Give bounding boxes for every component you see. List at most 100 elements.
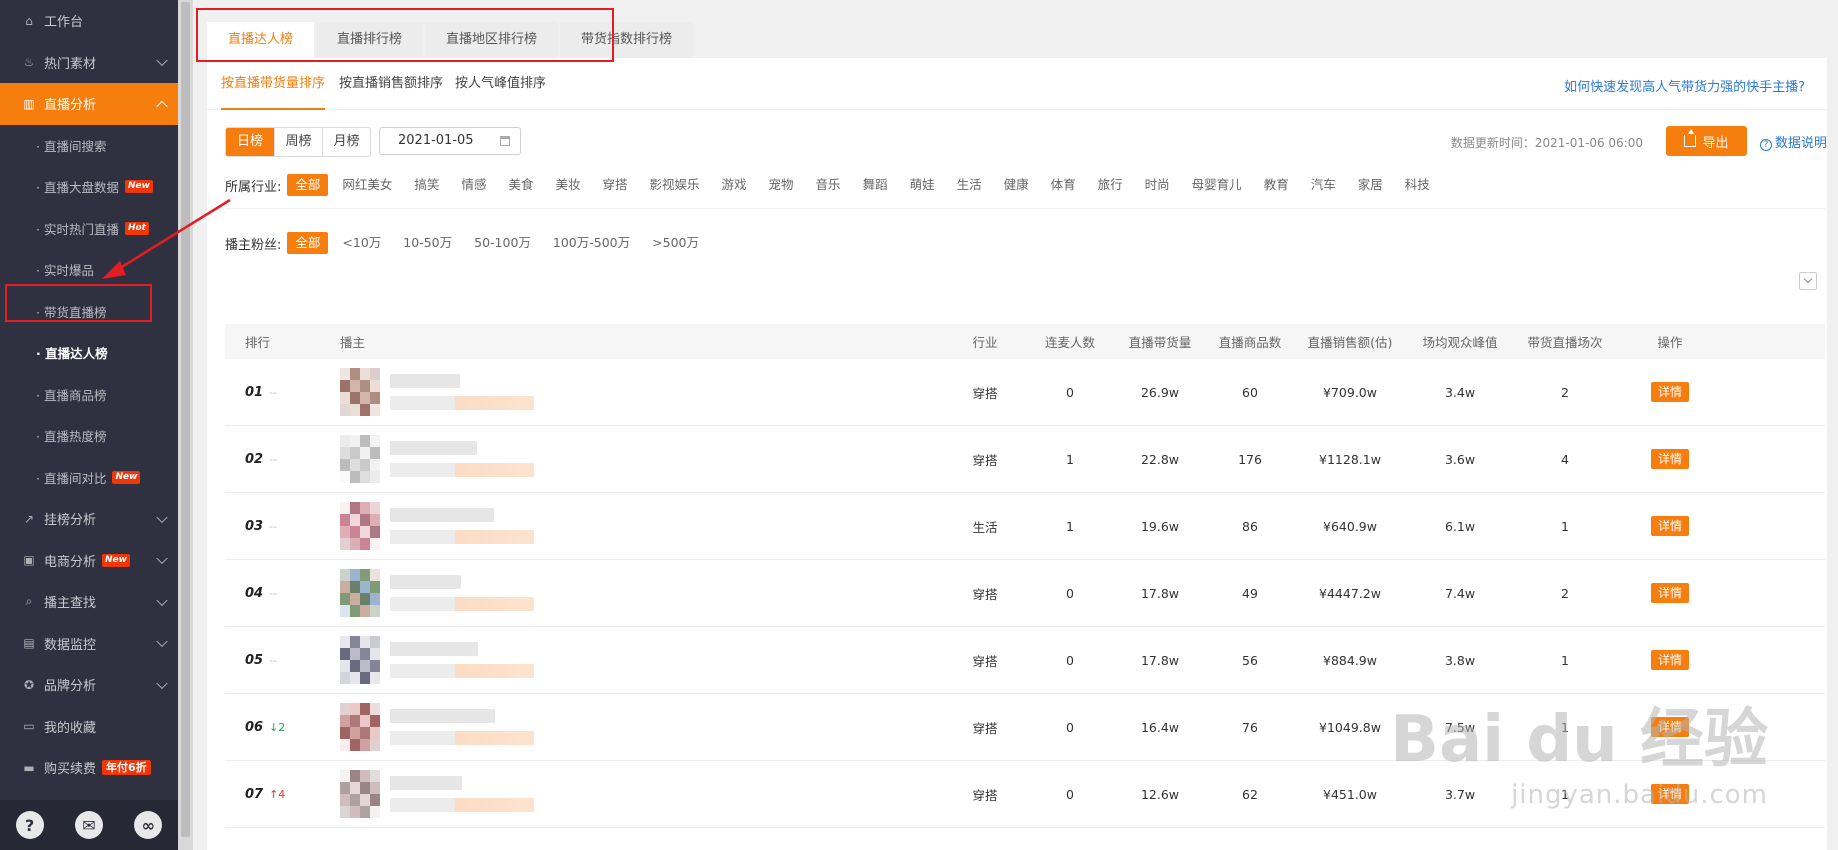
anchor-cell[interactable]: [325, 435, 945, 483]
industry-chip[interactable]: 音乐: [808, 174, 849, 196]
avatar[interactable]: [340, 435, 380, 483]
top-tab[interactable]: 带货指数排行榜: [560, 22, 694, 58]
industry-chip[interactable]: 萌娃: [902, 174, 943, 196]
industry-chip[interactable]: 体育: [1043, 174, 1084, 196]
sidebar-subitem[interactable]: · 直播间搜索: [0, 125, 178, 167]
sidebar-scrollbar[interactable]: [178, 0, 193, 850]
export-button[interactable]: 导出: [1666, 126, 1747, 156]
avatar[interactable]: [340, 502, 380, 550]
data-explain-link[interactable]: ? 数据说明: [1759, 132, 1827, 151]
scrollbar-thumb[interactable]: [181, 2, 190, 837]
period-tab[interactable]: 月榜: [322, 128, 370, 156]
sort-tab[interactable]: 按直播销售额排序: [339, 58, 443, 110]
detail-button[interactable]: 详情: [1651, 583, 1689, 603]
fans-chip[interactable]: 50-100万: [466, 232, 539, 254]
avatar[interactable]: [340, 368, 380, 416]
detail-button[interactable]: 详情: [1651, 650, 1689, 670]
link-icon[interactable]: ∞: [134, 811, 163, 839]
anchor-cell[interactable]: [325, 368, 945, 416]
anchor-cell[interactable]: [325, 502, 945, 550]
industry-chip[interactable]: 家居: [1350, 174, 1391, 196]
sidebar-item[interactable]: ⌂ 工作台: [0, 0, 178, 42]
fans-chip[interactable]: <10万: [334, 232, 389, 254]
top-tab[interactable]: 直播达人榜: [207, 22, 315, 58]
home-icon: ⌂: [25, 13, 33, 28]
period-tab[interactable]: 周榜: [274, 128, 322, 156]
rank-number: 07: [245, 787, 264, 802]
industry-chip[interactable]: 穿搭: [594, 174, 635, 196]
sort-tab[interactable]: 按人气峰值排序: [455, 58, 546, 110]
fans-chip[interactable]: 10-50万: [395, 232, 460, 254]
sidebar-item[interactable]: ✪ 品牌分析: [0, 664, 178, 706]
anchor-cell[interactable]: [325, 569, 945, 617]
avatar[interactable]: [340, 636, 380, 684]
anchor-name-blurred: [390, 709, 534, 745]
avatar[interactable]: [340, 569, 380, 617]
fans-chip[interactable]: >500万: [644, 232, 707, 254]
sidebar-subitem[interactable]: · 直播商品榜: [0, 374, 178, 416]
wechat-icon[interactable]: ✉: [74, 811, 103, 839]
industry-chip[interactable]: 搞笑: [406, 174, 447, 196]
sidebar-subitem[interactable]: · 直播达人榜: [0, 332, 178, 374]
industry-cell: 穿搭: [972, 787, 998, 803]
sidebar-subitem[interactable]: · 直播热度榜: [0, 415, 178, 457]
volume-cell: 19.6w: [1140, 518, 1180, 534]
industry-chip[interactable]: 教育: [1256, 174, 1297, 196]
sidebar-item[interactable]: ▣ 电商分析 New: [0, 540, 178, 582]
rank-cell: 02 --: [225, 451, 325, 467]
date-picker[interactable]: 2021-01-05: [379, 127, 521, 155]
industry-chip[interactable]: 美食: [500, 174, 541, 196]
top-tab[interactable]: 直播排行榜: [316, 22, 424, 58]
industry-chip[interactable]: 宠物: [761, 174, 802, 196]
sidebar-subitem[interactable]: · 带货直播榜: [0, 291, 178, 333]
fans-chip[interactable]: 全部: [287, 232, 329, 254]
products-cell: 60: [1242, 384, 1258, 400]
industry-chip[interactable]: 舞蹈: [855, 174, 896, 196]
industry-chip[interactable]: 情感: [453, 174, 494, 196]
industry-chip[interactable]: 健康: [996, 174, 1037, 196]
sidebar-item[interactable]: ⌕ 播主查找: [0, 581, 178, 623]
top-tab[interactable]: 直播地区排行榜: [425, 22, 559, 58]
anchor-cell[interactable]: [325, 636, 945, 684]
avatar[interactable]: [340, 770, 380, 818]
industry-chip[interactable]: 网红美女: [334, 174, 400, 196]
detail-button[interactable]: 详情: [1651, 717, 1689, 737]
industry-chip[interactable]: 游戏: [714, 174, 755, 196]
detail-button[interactable]: 详情: [1651, 449, 1689, 469]
sidebar-item[interactable]: ▬ 购买续费 年付6折: [0, 747, 178, 789]
detail-button[interactable]: 详情: [1651, 382, 1689, 402]
industry-chip[interactable]: 美妆: [547, 174, 588, 196]
anchor-cell[interactable]: [325, 703, 945, 751]
avatar[interactable]: [340, 703, 380, 751]
industry-chip[interactable]: 汽车: [1303, 174, 1344, 196]
sidebar-item[interactable]: ▥ 直播分析: [0, 83, 178, 125]
volume-cell: 17.8w: [1140, 585, 1180, 601]
detail-button[interactable]: 详情: [1651, 516, 1689, 536]
collapse-toggle[interactable]: [1799, 272, 1817, 290]
industry-chip[interactable]: 时尚: [1137, 174, 1178, 196]
card-icon: ▬: [23, 760, 35, 775]
column-header: 直播销售额(估): [1307, 335, 1393, 350]
industry-chip[interactable]: 全部: [287, 174, 329, 196]
main-area: 直播达人榜 直播排行榜 直播地区排行榜 带货指数排行榜 如何快速发现高人气带货力强的快…: [193, 0, 1838, 850]
industry-chip[interactable]: 生活: [949, 174, 990, 196]
fans-chip[interactable]: 100万-500万: [545, 232, 638, 254]
sidebar-subitem[interactable]: · 直播间对比 New: [0, 457, 178, 499]
anchor-cell[interactable]: [325, 770, 945, 818]
industry-chip[interactable]: 母婴育儿: [1184, 174, 1250, 196]
industry-chip[interactable]: 科技: [1397, 174, 1438, 196]
rank-number: 03: [245, 519, 264, 534]
column-header: 连麦人数: [1044, 335, 1095, 350]
industry-chip[interactable]: 影视娱乐: [642, 174, 708, 196]
sidebar-item[interactable]: ▭ 我的收藏: [0, 706, 178, 748]
sort-tab[interactable]: 按直播带货量排序: [221, 58, 326, 110]
help-icon[interactable]: ?: [15, 811, 44, 839]
sidebar-item[interactable]: ♨ 热门素材: [0, 42, 178, 84]
detail-button[interactable]: 详情: [1651, 784, 1689, 804]
help-link[interactable]: 如何快速发现高人气带货力强的快手主播?: [1564, 76, 1805, 95]
sidebar-item[interactable]: ↗ 挂榜分析: [0, 498, 178, 540]
industry-chip[interactable]: 旅行: [1090, 174, 1131, 196]
chevron-icon: [156, 100, 168, 112]
period-tab[interactable]: 日榜: [226, 128, 274, 156]
sidebar-item[interactable]: ▤ 数据监控: [0, 623, 178, 665]
